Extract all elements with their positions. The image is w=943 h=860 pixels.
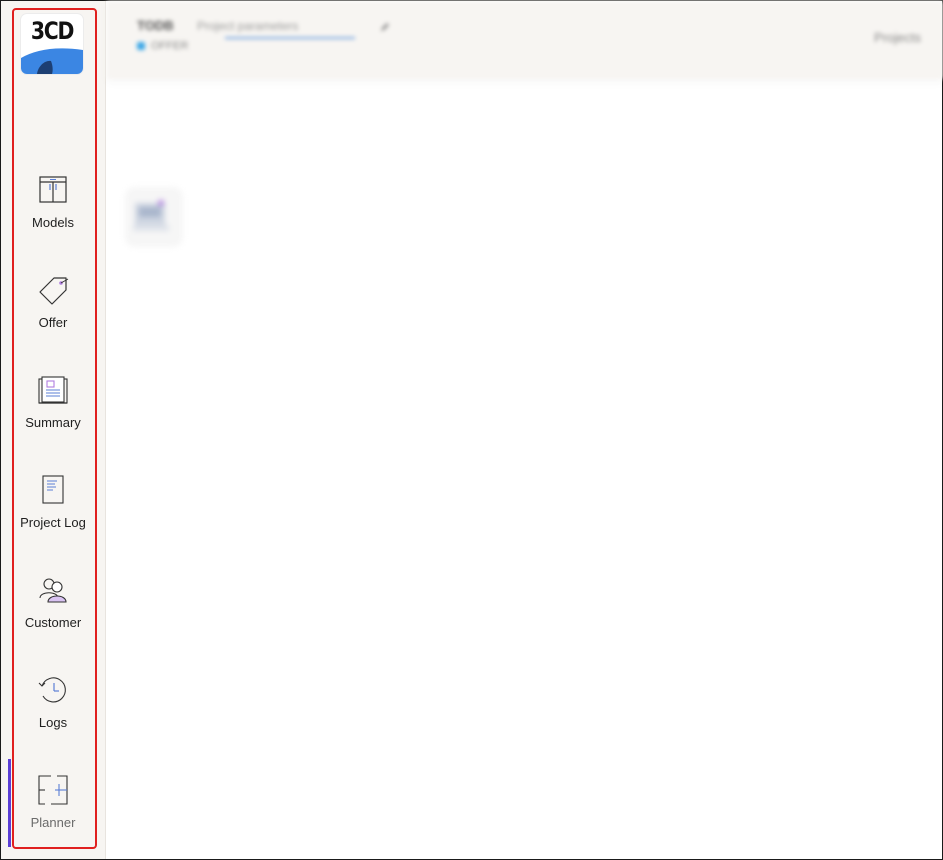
- cabinet-icon: [39, 176, 67, 203]
- project-title[interactable]: TODB: [137, 18, 174, 33]
- status-dot: [137, 42, 145, 50]
- sidebar-item-offer[interactable]: Offer: [13, 266, 93, 346]
- sidebar-item-label: Project Log: [20, 515, 86, 530]
- projects-link[interactable]: Projects: [874, 30, 921, 45]
- project-parameters-link[interactable]: Project parameters: [197, 19, 298, 33]
- logo-text: 3CD: [30, 17, 75, 45]
- floor-plan-icon: [38, 775, 68, 805]
- edit-pencil-icon[interactable]: [379, 21, 391, 33]
- sidebar-item-label: Models: [32, 215, 74, 230]
- sidebar-item-label: Planner: [30, 815, 76, 830]
- summary-document-icon: [38, 376, 68, 404]
- sidebar: 3CD Models Offer Summary Project Log Cus…: [1, 1, 106, 859]
- project-header: TODB Project parameters OFFER Projects: [107, 1, 943, 79]
- status-badge: OFFER: [151, 40, 189, 52]
- sidebar-item-customer[interactable]: Customer: [13, 566, 93, 646]
- app-logo[interactable]: 3CD: [21, 14, 83, 74]
- active-indicator: [8, 759, 11, 847]
- sidebar-item-label: Summary: [25, 415, 81, 430]
- sidebar-item-label: Logs: [38, 715, 68, 730]
- sidebar-item-project-log[interactable]: Project Log: [13, 466, 93, 546]
- sidebar-item-planner[interactable]: Planner: [13, 766, 93, 846]
- model-thumbnail[interactable]: [119, 181, 189, 253]
- log-document-icon: [42, 475, 64, 504]
- price-tag-icon: [39, 277, 69, 305]
- link-underline: [225, 37, 355, 39]
- customers-icon: [39, 578, 67, 603]
- history-clock-icon: [38, 677, 66, 703]
- logo-wave-icon: [21, 48, 83, 74]
- sidebar-item-label: Customer: [24, 615, 82, 630]
- sidebar-item-logs[interactable]: Logs: [13, 666, 93, 746]
- sidebar-item-label: Offer: [38, 315, 68, 330]
- sidebar-item-models[interactable]: Models: [13, 166, 93, 246]
- sidebar-item-summary[interactable]: Summary: [13, 366, 93, 446]
